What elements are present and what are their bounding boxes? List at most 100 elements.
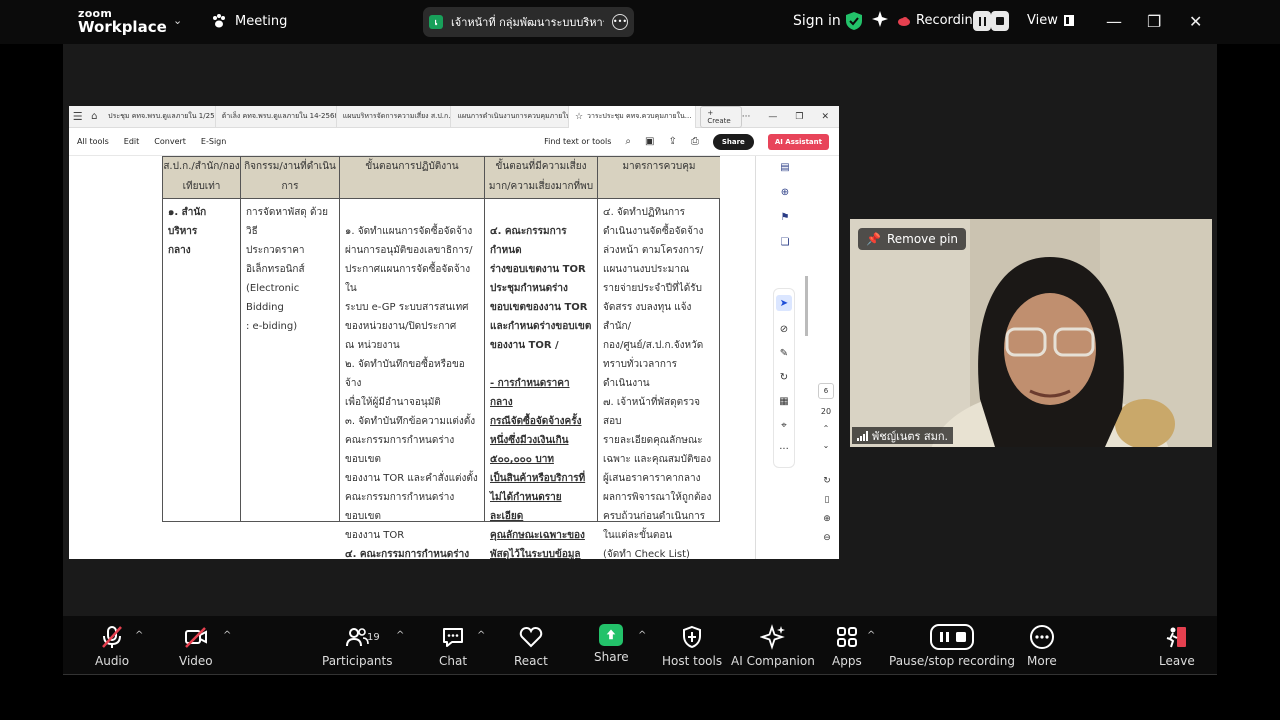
search-icon[interactable]: ⌕ (625, 136, 631, 147)
acrobat-window-controls: ··· — ❐ ✕ (742, 112, 839, 122)
acrobat-tab-2[interactable]: ต้าเล็ง คทจ.พรบ.ดูแลภายใน 14-2568... (216, 106, 337, 128)
screen-share-indicator[interactable]: เ เจ้าหน้าที่ กลุ่มพัฒนาระบบบริหาร ส.ป.ก… (423, 7, 634, 37)
home-icon[interactable]: ⌂ (86, 111, 102, 122)
participants-button[interactable]: Participants (322, 624, 393, 668)
sharer-title: เจ้าหน้าที่ กลุ่มพัฒนาระบบบริหาร ส.ป.ก. (451, 16, 604, 29)
menu-edit[interactable]: Edit (124, 137, 140, 146)
acrobat-tab-5-active[interactable]: ☆ วาระประชุม คทจ.ควบคุมภายใน... ✕ (568, 106, 697, 128)
table-column-4: ขั้นตอนที่มีความเสี่ยงมาก/ความเสี่ยงมากท… (485, 157, 598, 559)
remove-pin-button[interactable]: 📌 Remove pin (858, 228, 967, 250)
participant-name: พัชญ์เนตร สมก. (872, 429, 949, 443)
star-icon[interactable]: ☆ (575, 112, 583, 122)
pause-stop-recording-icon (929, 624, 974, 650)
chat-icon (443, 628, 464, 647)
print-icon[interactable]: ⎙ (691, 136, 699, 147)
page-up-icon[interactable]: ⌃ (823, 424, 830, 433)
restore-button[interactable]: ❐ (1147, 12, 1161, 31)
shared-screen-acrobat[interactable]: ☰ ⌂ ประชุม คทจ.พรบ.ดูแลภายใน 1/2568 ต้าเ… (69, 106, 839, 559)
pin-icon: 📌 (866, 232, 881, 246)
text-box-icon[interactable]: ▦ (779, 396, 788, 407)
zoom-in-icon[interactable]: ⊕ (823, 514, 831, 524)
more-button[interactable]: More (1027, 624, 1057, 668)
more-tools-icon[interactable]: ··· (779, 444, 789, 455)
refresh-icon[interactable]: ↻ (823, 476, 831, 486)
security-shield-icon[interactable] (846, 12, 862, 30)
document-icon[interactable]: ▯ (825, 495, 830, 505)
find-text-field[interactable]: Find text or tools (544, 137, 611, 146)
acrobat-tab-bar: ☰ ⌂ ประชุม คทจ.พรบ.ดูแลภายใน 1/2568 ต้าเ… (69, 106, 839, 128)
audio-button[interactable]: Audio (95, 624, 129, 668)
page-down-icon[interactable]: ⌄ (823, 441, 830, 450)
meeting-menu[interactable]: Meeting (211, 13, 287, 29)
bookmark-icon[interactable]: ⚑ (781, 212, 790, 223)
acrobat-tab-3[interactable]: แผนบริหารจัดการความเสี่ยง ส.ป.ก. ... (337, 106, 452, 128)
close-window-button[interactable]: ✕ (1189, 12, 1202, 31)
pages-icon[interactable]: ❏ (781, 237, 790, 248)
acrobat-tab-4[interactable]: แผนการดำเนินงานการควบคุมภายใน... (451, 106, 569, 128)
acrobat-minimize-button[interactable]: — (768, 112, 777, 122)
share-screen-button[interactable]: Share (594, 624, 629, 664)
video-options-caret[interactable]: ^ (223, 630, 231, 641)
table-header-cell: ขั้นตอนการปฏิบัติงาน (340, 157, 484, 199)
participants-options-caret[interactable]: ^ (396, 630, 404, 641)
annotate-icon[interactable]: ⊘ (780, 324, 788, 335)
stop-icon (996, 17, 1004, 25)
view-menu[interactable]: View (1027, 13, 1074, 28)
menu-all-tools[interactable]: All tools (77, 137, 109, 146)
react-button[interactable]: React (514, 624, 548, 668)
create-tab-button[interactable]: + Create (700, 106, 742, 128)
share-options-caret[interactable]: ^ (638, 630, 646, 641)
logo-line2: Workplace (78, 18, 167, 36)
table-header-cell: ขั้นตอนที่มีความเสี่ยงมาก/ความเสี่ยงมากท… (485, 157, 597, 199)
comment-icon[interactable]: ▤ (780, 162, 789, 173)
stop-recording-button[interactable] (991, 11, 1009, 31)
save-icon[interactable]: ▣ (645, 136, 654, 147)
menu-e-sign[interactable]: E-Sign (201, 137, 226, 146)
menu-convert[interactable]: Convert (154, 137, 186, 146)
stamp-icon[interactable]: ⌖ (781, 420, 787, 431)
acrobat-share-button[interactable]: Share (712, 133, 754, 150)
chat-button[interactable]: Chat (439, 624, 467, 668)
more-options-icon[interactable]: ••• (612, 14, 628, 30)
audio-label: Audio (95, 654, 130, 668)
pdf-viewport[interactable]: ส.ป.ก./สำนัก/กอง เทียบเท่า ๑. สำนักบริหา… (69, 156, 839, 559)
page-navigation: 6 20 ⌃ ⌄ (817, 383, 835, 450)
chat-options-caret[interactable]: ^ (477, 630, 485, 641)
acrobat-close-button[interactable]: ✕ (821, 112, 829, 122)
heart-icon (519, 626, 543, 648)
current-page-number[interactable]: 6 (818, 383, 834, 399)
cloud-record-icon (898, 16, 910, 26)
acrobat-tab-1[interactable]: ประชุม คทจ.พรบ.ดูแลภายใน 1/2568 (102, 106, 216, 128)
link-icon[interactable]: ⊕ (781, 187, 789, 198)
acrobat-more-icon[interactable]: ··· (742, 112, 751, 122)
pause-stop-recording-button[interactable]: Pause/stop recording (889, 624, 1015, 668)
host-tools-button[interactable]: Host tools (662, 624, 722, 668)
leave-button[interactable]: Leave (1159, 624, 1195, 668)
acrobat-restore-button[interactable]: ❐ (795, 112, 803, 122)
chevron-down-icon[interactable]: ⌄ (173, 14, 182, 27)
pinned-participant-video[interactable]: 📌 Remove pin พัชญ์เนตร สมก. (850, 219, 1212, 447)
sign-in-link[interactable]: Sign in (793, 13, 841, 29)
lasso-icon[interactable]: ↻ (780, 372, 788, 383)
ai-companion-label: AI Companion (731, 654, 815, 668)
hamburger-menu-icon[interactable]: ☰ (69, 110, 86, 123)
pause-recording-button[interactable] (973, 11, 991, 31)
ai-assistant-button[interactable]: AI Assistant (767, 133, 829, 150)
ai-companion-button[interactable]: AI Companion (731, 624, 815, 668)
more-label: More (1027, 654, 1057, 668)
participants-label: Participants (322, 654, 393, 668)
video-button[interactable]: Video (179, 624, 213, 668)
apps-button[interactable]: Apps (832, 624, 862, 668)
ai-sparkle-icon[interactable] (872, 11, 888, 27)
minimize-button[interactable]: — (1106, 12, 1122, 31)
select-cursor-icon[interactable]: ➤ (776, 295, 792, 311)
zoom-out-icon[interactable]: ⊖ (823, 533, 831, 543)
document-table: ส.ป.ก./สำนัก/กอง เทียบเท่า ๑. สำนักบริหา… (162, 156, 720, 559)
audio-options-caret[interactable]: ^ (135, 630, 143, 641)
host-shield-icon (683, 625, 702, 649)
apps-options-caret[interactable]: ^ (867, 630, 875, 641)
table-column-1: ส.ป.ก./สำนัก/กอง เทียบเท่า ๑. สำนักบริหา… (163, 157, 241, 521)
upload-icon[interactable]: ⇪ (668, 136, 676, 147)
pen-icon[interactable]: ✎ (780, 348, 788, 359)
scrollbar-thumb[interactable] (805, 276, 808, 336)
